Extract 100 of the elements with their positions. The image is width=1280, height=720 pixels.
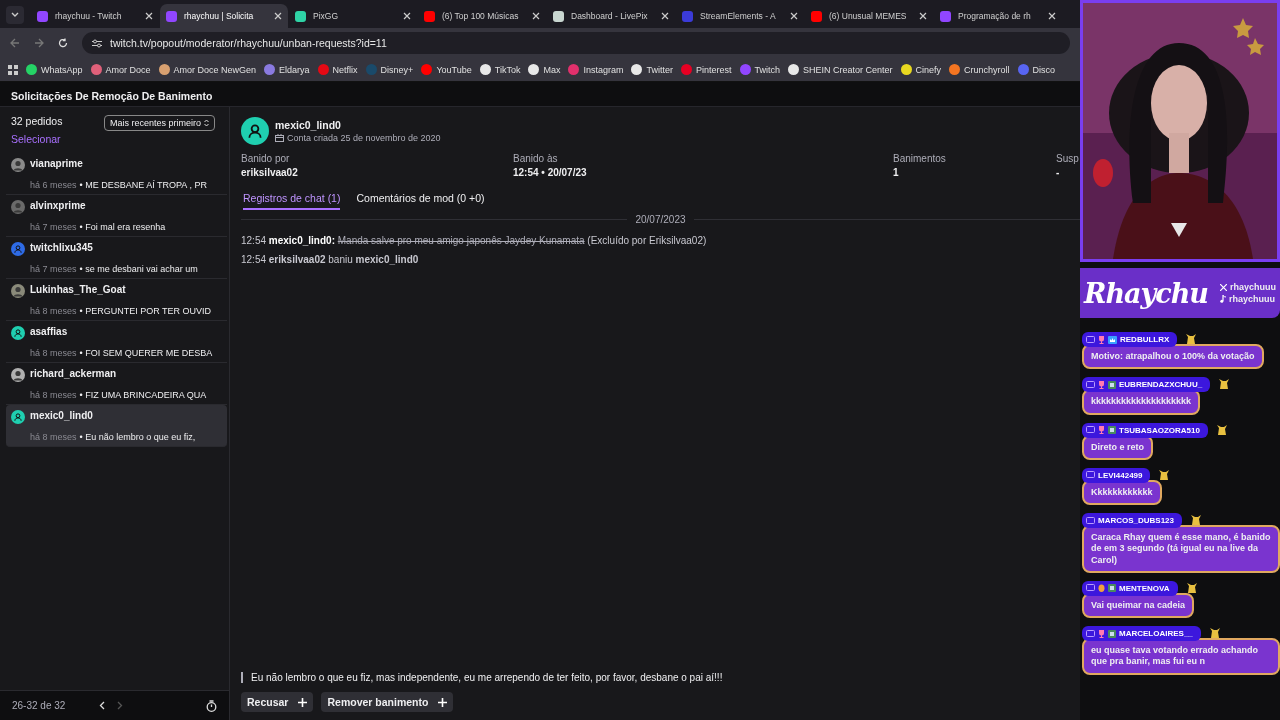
stat-label: Banimentos [893,153,946,164]
bookmark[interactable]: Eldarya [264,64,310,75]
request-item[interactable]: vianaprime há 6 meses • ME DESBANE AÍ TROPA , PR [6,153,227,195]
account-created-text: Conta criada 25 de novembro de 2020 [287,133,441,143]
deleted-message: Manda salve pro meu amigo japonês Jaydey Kunamata [337,235,585,246]
forward-icon[interactable] [34,38,44,48]
chat-username: MARCELOAIRES__ [1082,626,1201,641]
bookmark[interactable]: YouTube [421,64,472,75]
request-item[interactable]: twitchlixu345 há 7 meses • se me desbani vai achar um [6,237,227,279]
chat-username: TSUBASAOZORA510 [1082,422,1208,438]
bookmark[interactable]: Instagram [568,64,624,75]
bookmark[interactable]: Max [528,64,561,75]
chat-badge-icon [1086,335,1095,344]
browser-tab[interactable]: (6) Unusual MEMES [805,4,933,28]
log-time: 12:54 [241,235,267,246]
bookmark[interactable]: TikTok [479,64,521,75]
trophy-badge-icon [1098,335,1105,344]
social-handle: rhaychuuu [1230,282,1276,292]
stat-value: eriksilvaa02 [241,167,299,178]
chat-badge-icon [1086,584,1095,593]
bookmark[interactable]: WhatsApp [26,64,83,75]
bookmark[interactable]: Netflix [317,64,358,75]
username: asaffias [30,326,69,339]
browser-tab[interactable]: StreamElements - A [676,4,804,28]
log-username: mexic0_lind0: [268,235,335,246]
deleted-note: (Excluído por Eriksilvaa02) [587,235,707,246]
username: richard_ackerman [30,368,118,381]
previous-icon[interactable] [99,701,106,710]
bookmark[interactable]: Twitch [739,64,781,75]
bookmark[interactable]: Disney+ [365,64,414,75]
trophy-badge-icon [1098,629,1105,638]
username: Lukinhas_The_Goat [30,284,127,297]
chat-badge-icon [1086,516,1095,525]
page-title: Solicitações De Remoção De Banimento [11,89,213,102]
stat-value: - [1056,167,1061,178]
bookmark[interactable]: Pinterest [681,64,732,75]
request-item[interactable]: alvinxprime há 7 meses • Foi mal era resenha [6,195,227,237]
browser-tab[interactable]: Programação de rh [934,4,1062,28]
browser-tab[interactable]: Dashboard - LivePix [547,4,675,28]
apps-grid-icon[interactable] [8,64,18,75]
chat-message: eu quase tava votando errado achando que pra banir, mas fui eu n [1082,638,1280,675]
request-item[interactable]: mexic0_lind0 há 8 meses • Eu não lembro o que eu fiz, [6,405,227,447]
stat-label: Banido às [513,153,558,164]
request-time: há 8 meses [30,305,77,318]
site-settings-icon[interactable] [92,38,102,48]
close-icon[interactable] [403,12,411,20]
timer-icon[interactable] [206,699,217,712]
chat-username: REDBULLRX [1082,332,1178,347]
request-preview: • FIZ UMA BRINCADEIRA QUA [79,389,207,402]
bookmark[interactable]: Amor Doce [90,64,151,75]
sub-badge-icon [1108,584,1116,593]
select-link[interactable]: Selecionar [0,131,229,153]
request-item[interactable]: Lukinhas_The_Goat há 8 meses • PERGUNTEI POR TER OUVID [6,279,227,321]
request-item[interactable]: asaffias há 8 meses • FOI SEM QUERER ME DESBA [6,321,227,363]
next-icon[interactable] [117,701,124,710]
close-icon[interactable] [532,12,540,20]
close-icon[interactable] [790,12,798,20]
detail-tab[interactable]: Comentários de mod (0 +0) [356,192,485,210]
bookmark[interactable]: Amor Doce NewGen [158,64,257,75]
bookmark[interactable]: Crunchyroll [949,64,1010,75]
request-message: Eu não lembro o que eu fiz, mas independente, eu me arrependo de ter feito, por favor, desbane o pai aí!!! [251,672,723,683]
reload-icon[interactable] [58,38,68,48]
sub-badge-icon [1108,380,1116,389]
chat-badge-icon [1086,380,1095,389]
decline-button[interactable]: Recusar [241,692,314,712]
back-icon[interactable] [10,38,20,48]
close-icon[interactable] [919,12,927,20]
updown-icon [204,119,209,127]
detail-tab[interactable]: Registros de chat (1) [243,192,341,210]
close-icon[interactable] [145,12,153,20]
close-icon[interactable] [1048,12,1056,20]
unban-button[interactable]: Remover banimento [321,692,454,712]
tab-search-button[interactable] [6,6,24,24]
chat-message: Motivo: atrapalhou o 100% da votação [1082,344,1264,370]
bookmark[interactable]: Cinefy [900,64,942,75]
close-icon[interactable] [274,12,282,20]
trophy-badge-icon [1098,426,1105,434]
browser-tab[interactable]: (6) Top 100 Músicas [418,4,546,28]
detail-username: mexic0_lind0 [275,119,342,131]
pagination-text: 26-32 de 32 [12,700,66,711]
browser-tab[interactable]: PixGG [289,4,417,28]
chat-message: Caraca Rhay quem é esse mano, é banido de em 3 segundo (tá igual eu na live da Carol) [1082,525,1280,573]
browser-tab[interactable]: rhaychuu | Solicita [160,4,288,28]
address-bar[interactable]: twitch.tv/popout/moderator/rhaychuu/unban-requests?id=11 [82,32,1070,54]
browser-tab[interactable]: rhaychuu - Twitch [31,4,159,28]
username: mexic0_lind0 [30,410,94,423]
url-text: twitch.tv/popout/moderator/rhaychuu/unban-requests?id=11 [110,37,387,49]
bookmark[interactable]: Twitter [631,64,673,75]
username: alvinxprime [30,200,87,213]
bookmark[interactable]: SHEIN Creator Center [788,64,893,75]
chat-username: LEVI442499 [1082,467,1151,483]
stat-value: 12:54 • 20/07/23 [513,167,588,178]
date-divider-text: 20/07/2023 [635,214,686,225]
trophy-badge-icon [1098,380,1105,389]
sort-select[interactable]: Mais recentes primeiro [103,115,215,131]
bookmark[interactable]: Disco [1017,64,1056,75]
close-icon[interactable] [661,12,669,20]
request-preview: • PERGUNTEI POR TER OUVID [79,305,212,318]
request-time: há 8 meses [30,431,77,444]
crown-badge-icon [1108,335,1117,344]
